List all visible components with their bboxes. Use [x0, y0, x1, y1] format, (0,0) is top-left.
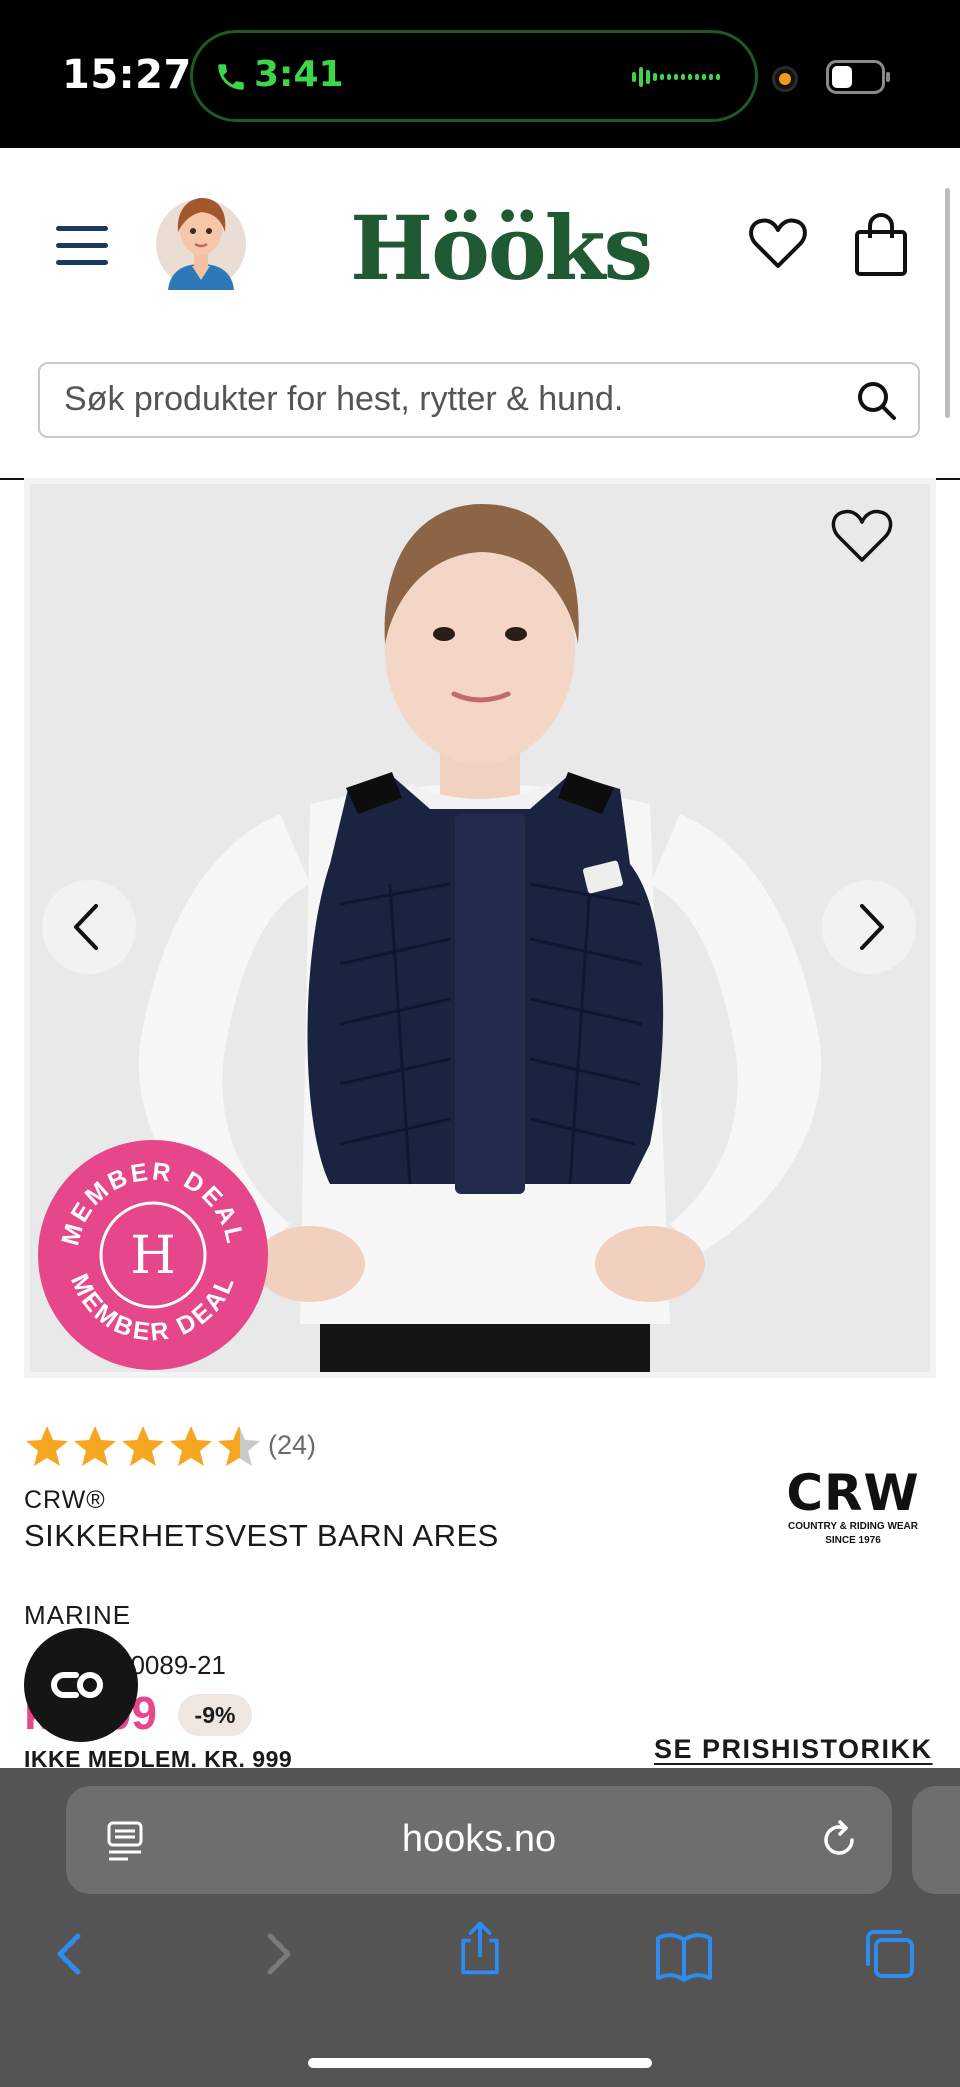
chat-icon: [51, 1672, 103, 1698]
brand-logo-name: CRW: [786, 1464, 920, 1522]
price-history-link[interactable]: SE PRISHISTORIKK: [654, 1734, 933, 1765]
avatar[interactable]: [156, 186, 246, 296]
tabs-icon[interactable]: [860, 1924, 920, 1984]
shopping-bag-icon[interactable]: [852, 212, 910, 278]
product-favorite-heart-icon[interactable]: [830, 506, 894, 566]
product-brand[interactable]: CRW®: [24, 1486, 106, 1515]
chat-button[interactable]: [24, 1628, 138, 1742]
bookmarks-icon[interactable]: [654, 1926, 714, 1986]
review-count[interactable]: (24): [268, 1430, 316, 1461]
product-color: MARINE: [24, 1600, 132, 1630]
reload-icon[interactable]: [818, 1818, 862, 1862]
search-placeholder: Søk produkter for hest, rytter & hund.: [64, 380, 624, 418]
share-icon[interactable]: [450, 1918, 510, 1978]
search-icon[interactable]: [854, 378, 900, 424]
brand-logo-since: SINCE 1976: [825, 1535, 881, 1546]
chevron-left-icon: [74, 904, 98, 950]
star-icon: [26, 1426, 68, 1466]
forward-icon[interactable]: [248, 1924, 308, 1984]
wishlist-heart-icon[interactable]: [748, 216, 808, 272]
phone-icon: [218, 64, 244, 90]
member-deal-seal: MEMBER DEAL MEMBER DEAL H: [56, 1157, 246, 1346]
next-tab-peek[interactable]: [912, 1786, 960, 1894]
audio-waveform-icon: [632, 67, 720, 87]
privacy-indicator-dot: [772, 66, 798, 92]
call-timer: 3:41: [254, 54, 344, 95]
brand-logo-tagline: COUNTRY & RIDING WEAR: [788, 1521, 918, 1532]
discount-badge: -9%: [178, 1694, 252, 1736]
member-deal-badge: MEMBER DEAL MEMBER DEAL H: [38, 1140, 268, 1370]
star-icon: [122, 1426, 164, 1466]
back-icon[interactable]: [40, 1924, 100, 1984]
url-text: hooks.no: [401, 1818, 557, 1860]
home-indicator[interactable]: [308, 2058, 652, 2068]
half-star-icon: [218, 1426, 260, 1466]
star-icon: [74, 1426, 116, 1466]
site-logo[interactable]: Hööks: [350, 196, 653, 300]
svg-text:H: H: [130, 1226, 175, 1286]
menu-icon: [56, 226, 108, 231]
star-icon: [170, 1426, 212, 1466]
rating-stars[interactable]: [24, 1424, 264, 1468]
chevron-right-icon: [860, 904, 884, 950]
gallery-next-button[interactable]: [822, 880, 916, 974]
brand-logo[interactable]: CRW COUNTRY & RIDING WEAR SINCE 1976: [780, 1466, 926, 1556]
status-clock: 15:27: [62, 52, 192, 98]
product-title: SIKKERHETSVEST BARN ARES: [24, 1518, 499, 1553]
gallery-prev-button[interactable]: [42, 880, 136, 974]
page-scrollbar[interactable]: [945, 188, 950, 418]
battery-icon: [826, 60, 890, 94]
menu-button[interactable]: [56, 226, 108, 270]
